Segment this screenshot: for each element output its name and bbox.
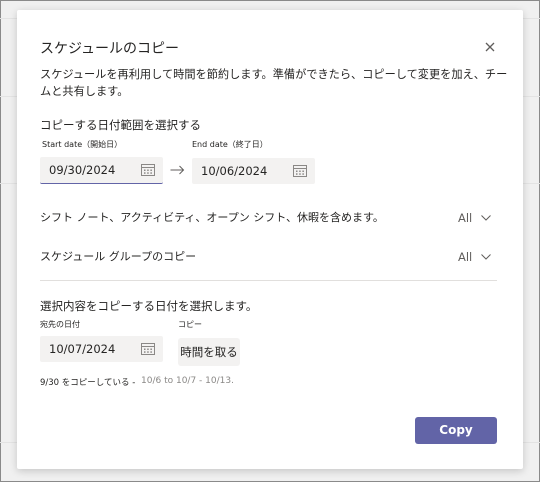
copy-summary-note: 9/30 をコピーしている - [40,378,136,388]
calendar-icon[interactable] [141,342,155,355]
destination-date-value: 10/07/2024 [49,342,116,356]
calendar-icon[interactable] [141,163,155,176]
destination-date-field[interactable]: 10/07/2024 [40,336,163,362]
destination-date-label: 宛先の日付 [40,320,80,329]
dialog-title: スケジュールのコピー [40,41,180,57]
include-items-value: All [458,211,473,225]
section-divider [40,280,497,281]
calendar-icon[interactable] [293,164,307,177]
copy-schedule-dialog: スケジュールのコピー スケジュールを再利用して時間を節約します。準備ができたら、… [17,10,523,469]
date-range-heading: コピーする日付範囲を選択する [40,118,201,132]
include-items-dropdown[interactable]: All [458,207,492,226]
end-date-field[interactable]: 10/06/2024 [192,158,315,184]
end-date-label: End date（終了日） [192,140,268,149]
start-date-label: Start date（開始日） [42,140,123,149]
close-icon[interactable] [483,40,497,54]
chevron-down-icon [481,215,492,221]
dialog-description: スケジュールを再利用して時間を節約します。準備ができたら、コピーして変更を加え、… [40,68,508,98]
schedule-groups-label: スケジュール グループのコピー [40,250,197,263]
end-date-value: 10/06/2024 [201,164,268,178]
destination-heading: 選択内容をコピーする日付を選択します。 [40,299,258,313]
start-date-value: 09/30/2024 [49,163,116,177]
copy-type-button[interactable]: 時間を取る [178,338,240,366]
arrow-right-icon [170,165,185,175]
include-items-label: シフト ノート、アクティビティ、オープン シフト、休暇を含めます。 [40,211,384,224]
copy-summary-range: 10/6 to 10/7 - 10/13. [141,376,234,386]
schedule-groups-value: All [458,250,473,264]
copy-type-label: コピー [178,320,202,329]
schedule-groups-dropdown[interactable]: All [458,246,492,265]
chevron-down-icon [481,254,492,260]
copy-button[interactable]: Copy [415,417,497,444]
start-date-field[interactable]: 09/30/2024 [40,157,163,184]
